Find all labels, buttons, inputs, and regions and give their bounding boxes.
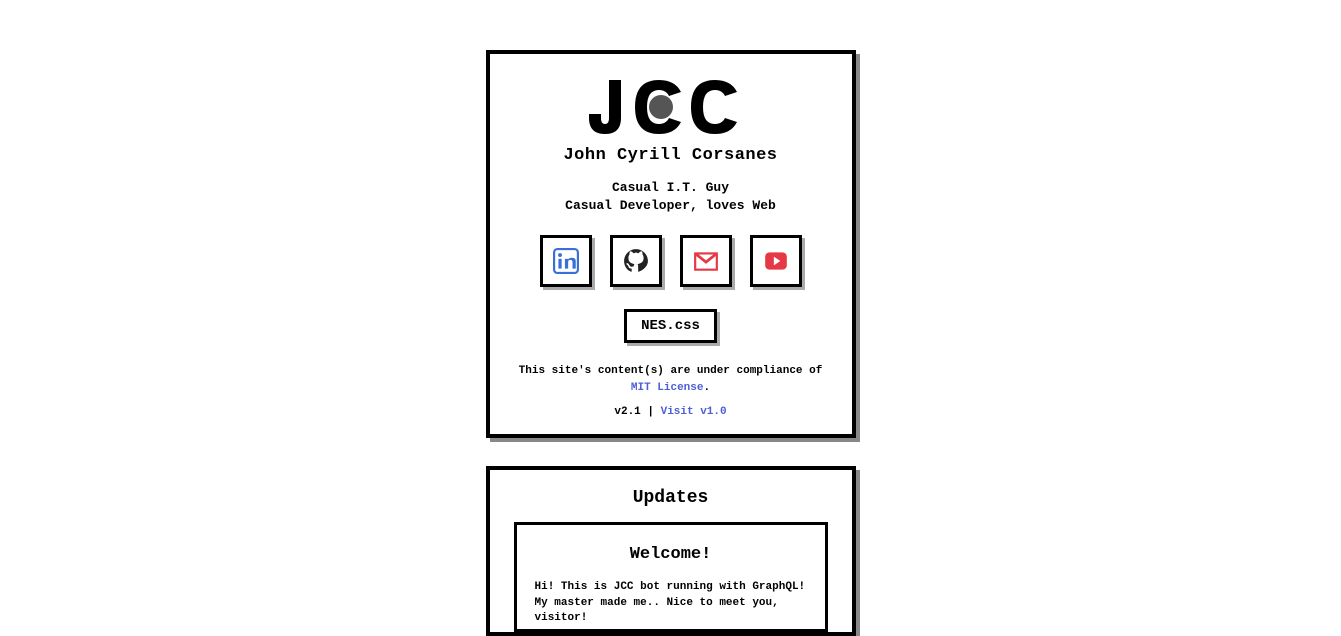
subtitle-line1: Casual I.T. Guy <box>612 180 729 195</box>
mit-license-link[interactable]: MIT License <box>631 382 704 394</box>
updates-card: Updates Welcome! Hi! This is JCC bot run… <box>486 466 856 636</box>
profile-card: John Cyrill Corsanes Casual I.T. Guy Cas… <box>486 50 856 438</box>
youtube-button[interactable] <box>750 235 802 287</box>
nes-button-row: NES.css <box>514 309 828 343</box>
license-before: This site's content(s) are under complia… <box>519 365 823 377</box>
social-row <box>514 235 828 287</box>
gmail-button[interactable] <box>680 235 732 287</box>
updates-inner: Welcome! Hi! This is JCC bot running wit… <box>514 522 828 632</box>
nes-css-button[interactable]: NES.css <box>624 309 717 343</box>
subtitle: Casual I.T. Guy Casual Developer, loves … <box>514 179 828 215</box>
github-button[interactable] <box>610 235 662 287</box>
version-text: v2.1 | Visit v1.0 <box>514 406 828 418</box>
visit-v1-link[interactable]: Visit v1.0 <box>661 406 727 418</box>
logo-row <box>514 74 828 144</box>
page-title: John Cyrill Corsanes <box>514 146 828 165</box>
gmail-icon <box>693 248 719 274</box>
linkedin-icon <box>553 248 579 274</box>
version-label: v2.1 | <box>614 406 660 418</box>
welcome-title: Welcome! <box>535 545 807 564</box>
youtube-icon <box>763 248 789 274</box>
license-text: This site's content(s) are under complia… <box>514 363 828 396</box>
updates-title: Updates <box>514 488 828 508</box>
subtitle-line2: Casual Developer, loves Web <box>565 198 776 213</box>
github-icon <box>623 248 649 274</box>
jcc-logo <box>581 74 761 144</box>
license-after: . <box>704 382 711 394</box>
welcome-text: Hi! This is JCC bot running with GraphQL… <box>535 580 807 626</box>
linkedin-button[interactable] <box>540 235 592 287</box>
